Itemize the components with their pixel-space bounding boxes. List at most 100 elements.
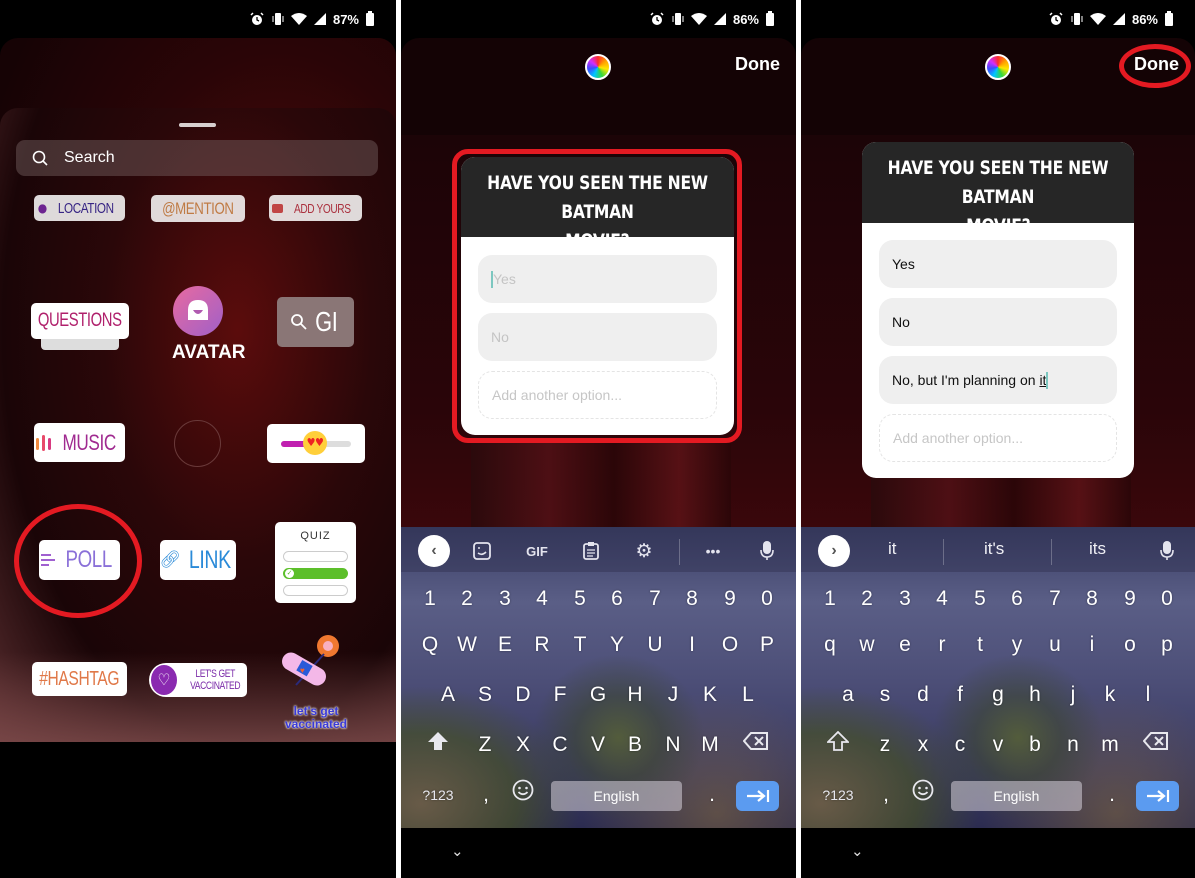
key-v[interactable]: v [983,725,1013,765]
sticker-questions[interactable]: QUESTIONS [31,303,129,339]
key-x[interactable]: x [908,725,938,765]
sticker-search-input[interactable]: Search [16,140,378,176]
key-q[interactable]: Q [415,625,445,665]
key-n[interactable]: n [1058,725,1088,765]
emoji-key[interactable] [908,775,938,815]
color-picker-button[interactable] [985,54,1011,80]
suggestion-2[interactable]: it's [984,539,1004,559]
sticker-icon[interactable] [470,539,494,563]
key-5[interactable]: 5 [965,579,995,619]
suggestion-3[interactable]: its [1089,539,1106,559]
enter-next-key[interactable] [736,781,779,811]
sticker-gif[interactable]: GI [277,297,354,347]
key-6[interactable]: 6 [602,579,632,619]
comma-key[interactable]: , [471,775,501,815]
suggestion-1[interactable]: it [888,539,897,559]
key-6[interactable]: 6 [1002,579,1032,619]
key-d[interactable]: d [908,675,938,715]
sticker-link[interactable]: 🔗︎ LINK [160,540,236,580]
key-1[interactable]: 1 [415,579,445,619]
key-l[interactable]: L [733,675,763,715]
key-t[interactable]: T [565,625,595,665]
key-f[interactable]: F [545,675,575,715]
period-key[interactable]: . [697,775,727,815]
add-option-input[interactable]: Add another option... [478,371,717,419]
key-4[interactable]: 4 [927,579,957,619]
key-y[interactable]: y [1002,625,1032,665]
key-l[interactable]: l [1133,675,1163,715]
key-7[interactable]: 7 [1040,579,1070,619]
settings-gear-icon[interactable]: ⚙ [632,539,656,563]
sticker-vaccinated-art[interactable]: ♥ let's get vaccinated [276,630,356,731]
key-x[interactable]: X [508,725,538,765]
key-r[interactable]: r [927,625,957,665]
backspace-key[interactable] [1141,725,1171,765]
key-j[interactable]: j [1058,675,1088,715]
add-option-input[interactable]: Add another option... [879,414,1117,462]
sticker-music[interactable]: MUSIC [34,423,125,462]
key-c[interactable]: C [545,725,575,765]
key-2[interactable]: 2 [852,579,882,619]
poll-question[interactable]: HAVE YOU SEEN THE NEW BATMAN MOVIE? [862,142,1134,237]
key-k[interactable]: k [1095,675,1125,715]
sticker-poll[interactable]: POLL [39,540,120,580]
backspace-key[interactable] [741,725,771,765]
poll-option-3-input[interactable]: No, but I'm planning on it [879,356,1117,404]
key-z[interactable]: z [870,725,900,765]
poll-sticker[interactable]: HAVE YOU SEEN THE NEW BATMAN MOVIE? Yes … [461,157,734,435]
done-button[interactable]: Done [735,54,780,75]
key-c[interactable]: c [945,725,975,765]
microphone-icon[interactable] [755,539,779,563]
key-9[interactable]: 9 [1115,579,1145,619]
poll-option-2-input[interactable]: No [478,313,717,361]
symbols-key[interactable]: ?123 [418,775,458,815]
chevron-left-icon[interactable]: ‹ [418,535,450,567]
key-3[interactable]: 3 [490,579,520,619]
sticker-mention[interactable]: @MENTION [151,195,245,222]
key-e[interactable]: E [490,625,520,665]
key-0[interactable]: 0 [1152,579,1182,619]
key-w[interactable]: w [852,625,882,665]
key-g[interactable]: g [983,675,1013,715]
key-f[interactable]: f [945,675,975,715]
key-u[interactable]: u [1040,625,1070,665]
shift-key[interactable] [423,725,453,765]
key-j[interactable]: J [658,675,688,715]
sticker-location[interactable]: ● LOCATION [34,195,125,221]
poll-option-1-input[interactable]: Yes [478,255,717,303]
poll-option-1-input[interactable]: Yes [879,240,1117,288]
key-o[interactable]: o [1115,625,1145,665]
emoji-key[interactable] [508,775,538,815]
key-i[interactable]: i [1077,625,1107,665]
key-8[interactable]: 8 [677,579,707,619]
key-m[interactable]: M [695,725,725,765]
key-b[interactable]: B [620,725,650,765]
key-m[interactable]: m [1095,725,1125,765]
key-n[interactable]: N [658,725,688,765]
space-bar[interactable]: English [951,781,1082,811]
drag-handle[interactable] [179,123,216,127]
key-s[interactable]: S [470,675,500,715]
symbols-key[interactable]: ?123 [818,775,858,815]
key-k[interactable]: K [695,675,725,715]
key-s[interactable]: s [870,675,900,715]
sticker-countdown-placeholder[interactable] [174,420,221,467]
key-w[interactable]: W [452,625,482,665]
key-7[interactable]: 7 [640,579,670,619]
sticker-lets-get-vaccinated[interactable]: ♡ LET'S GET VACCINATED [149,663,247,697]
key-9[interactable]: 9 [715,579,745,619]
poll-option-2-input[interactable]: No [879,298,1117,346]
comma-key[interactable]: , [871,775,901,815]
key-z[interactable]: Z [470,725,500,765]
space-bar[interactable]: English [551,781,682,811]
key-e[interactable]: e [890,625,920,665]
key-1[interactable]: 1 [815,579,845,619]
clipboard-icon[interactable] [579,539,603,563]
key-r[interactable]: R [527,625,557,665]
key-b[interactable]: b [1020,725,1050,765]
done-button[interactable]: Done [1134,54,1179,75]
hide-keyboard-chevron-icon[interactable]: ⌄ [451,842,464,860]
sticker-hashtag[interactable]: #HASHTAG [32,662,127,696]
enter-next-key[interactable] [1136,781,1179,811]
key-o[interactable]: O [715,625,745,665]
